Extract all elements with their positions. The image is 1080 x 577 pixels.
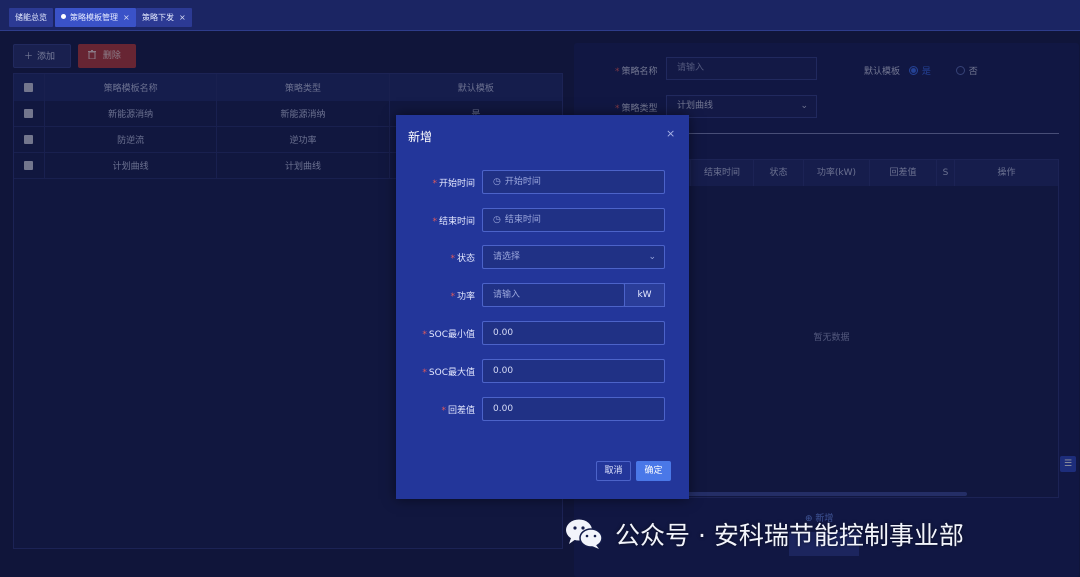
soc-max-row: * SOC最大值 0.00 — [396, 359, 689, 383]
tab-bar: 储能总览 策略模板管理 × 策略下发 × — [0, 0, 1080, 31]
clock-icon: ◷ — [493, 177, 501, 187]
close-icon[interactable]: × — [123, 13, 130, 22]
soc-max-input[interactable]: 0.00 — [482, 359, 665, 383]
tab-strategy-template[interactable]: 策略模板管理 × — [55, 8, 136, 27]
wechat-icon — [565, 518, 603, 550]
chevron-down-icon: ⌄ — [648, 252, 656, 262]
power-input[interactable]: 请输入 — [482, 283, 625, 307]
watermark-text: 公众号 · 安科瑞节能控制事业部 — [615, 521, 964, 550]
end-time-input[interactable]: ◷ 结束时间 — [482, 208, 665, 232]
watermark: 公众号 · 安科瑞节能控制事业部 — [565, 514, 964, 554]
soc-min-row: * SOC最小值 0.00 — [396, 321, 689, 345]
start-time-input[interactable]: ◷ 开始时间 — [482, 170, 665, 194]
confirm-button[interactable]: 确定 — [636, 461, 671, 481]
cancel-button[interactable]: 取消 — [596, 461, 631, 481]
soc-min-input[interactable]: 0.00 — [482, 321, 665, 345]
hysteresis-input[interactable]: 0.00 — [482, 397, 665, 421]
close-icon[interactable]: × — [666, 127, 675, 140]
power-row: * 功率 请输入 kW — [396, 283, 689, 307]
tab-strategy-dispatch[interactable]: 策略下发 × — [136, 8, 192, 27]
hysteresis-row: * 回差值 0.00 — [396, 397, 689, 421]
tab-label: 策略下发 — [142, 13, 174, 22]
dialog-title: 新增 — [408, 130, 433, 144]
clock-icon: ◷ — [493, 215, 501, 225]
status-row: * 状态 请选择 ⌄ — [396, 245, 689, 269]
tab-label: 储能总览 — [15, 13, 47, 22]
active-dot-icon — [61, 14, 66, 19]
add-dialog: 新增 × * 开始时间 ◷ 开始时间 * 结束时间 ◷ 结束时间 * 状态 请选择 ⌄ * 功… — [396, 115, 689, 499]
start-time-row: * 开始时间 ◷ 开始时间 — [396, 170, 689, 194]
status-select[interactable]: 请选择 ⌄ — [482, 245, 665, 269]
tab-storage-overview[interactable]: 储能总览 — [9, 8, 53, 27]
tab-label: 策略模板管理 — [70, 13, 118, 22]
close-icon[interactable]: × — [179, 13, 186, 22]
power-unit: kW — [624, 283, 665, 307]
end-time-row: * 结束时间 ◷ 结束时间 — [396, 208, 689, 232]
